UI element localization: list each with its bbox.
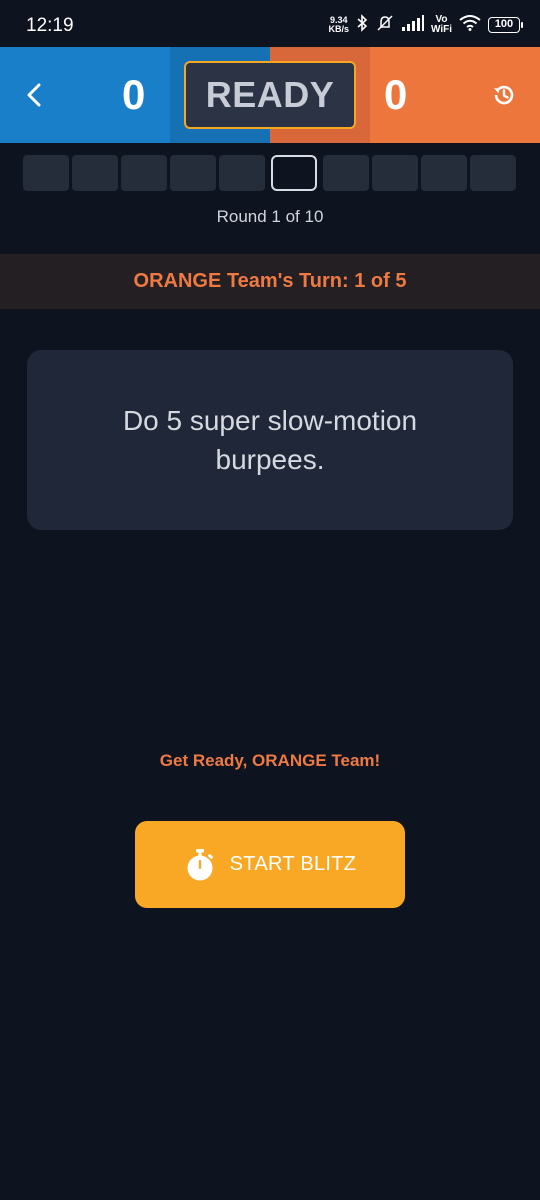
orange-team-score: 0 <box>384 71 408 118</box>
bluetooth-icon <box>356 13 368 37</box>
signal-icon <box>401 14 424 36</box>
round-progress-bar <box>23 155 518 191</box>
history-button[interactable] <box>490 81 518 109</box>
status-bar: 12:19 9.34 KB/s Vo WiFi 100 <box>0 0 540 47</box>
round-segment <box>421 155 467 191</box>
blue-team-score: 0 <box>122 71 146 118</box>
game-status-badge: READY <box>184 61 356 129</box>
round-segment <box>23 155 69 191</box>
round-segment <box>470 155 516 191</box>
status-icons: 9.34 KB/s Vo WiFi 100 <box>328 12 523 38</box>
chevron-left-icon <box>27 83 41 107</box>
round-segment <box>121 155 167 191</box>
mute-icon <box>375 14 395 37</box>
history-icon <box>494 85 514 105</box>
network-speed-unit: KB/s <box>328 24 349 34</box>
round-segment <box>72 155 118 191</box>
volte-bottom: WiFi <box>430 24 452 35</box>
volte-label: Vo WiFi <box>431 15 452 35</box>
network-speed: 9.34 KB/s <box>328 16 349 34</box>
round-segment <box>372 155 418 191</box>
back-button[interactable] <box>18 79 50 111</box>
turn-label: ORANGE Team's Turn: 1 of 5 <box>133 270 407 292</box>
battery-indicator: 100 <box>488 17 523 33</box>
game-status-area: READY <box>170 47 370 143</box>
challenge-card: Do 5 super slow-motion burpees. <box>27 350 513 530</box>
status-time: 12:19 <box>26 15 74 36</box>
round-segment <box>219 155 265 191</box>
start-blitz-button[interactable]: START BLITZ <box>135 821 405 908</box>
wifi-icon <box>459 14 481 36</box>
turn-banner: ORANGE Team's Turn: 1 of 5 <box>0 254 540 309</box>
round-segment <box>323 155 369 191</box>
get-ready-prompt: Get Ready, ORANGE Team! <box>159 751 381 770</box>
challenge-text: Do 5 super slow-motion burpees. <box>122 405 418 475</box>
round-counter: Round 1 of 10 <box>216 207 324 226</box>
round-segment <box>170 155 216 191</box>
round-segment-current <box>271 155 317 191</box>
start-blitz-label: START BLITZ <box>229 853 357 875</box>
stopwatch-icon <box>184 848 216 882</box>
